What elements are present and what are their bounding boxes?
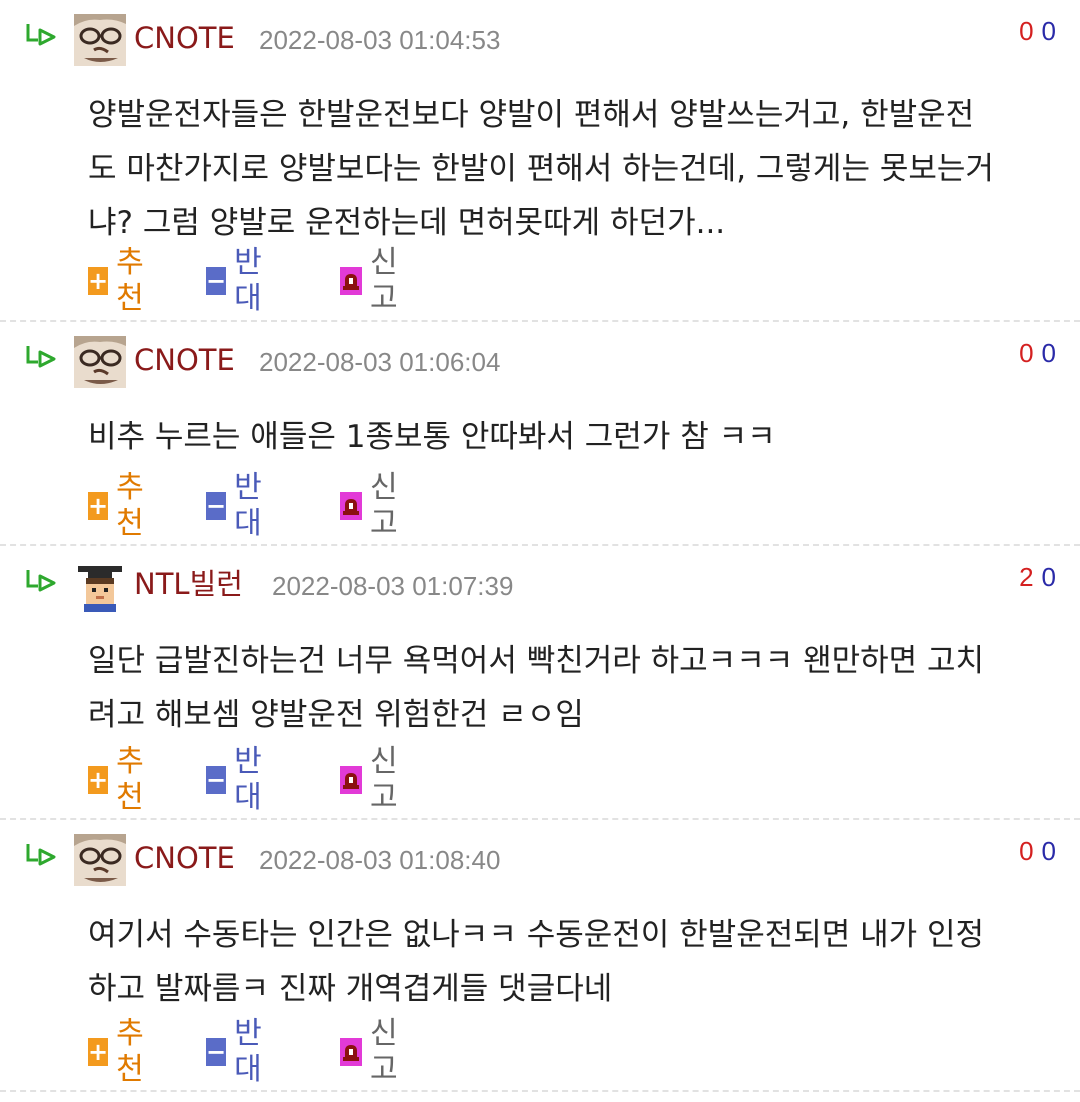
vote-counts: 00 [1019, 834, 1056, 868]
siren-icon [340, 1038, 362, 1066]
report-label: 신고 [370, 245, 398, 316]
avatar[interactable] [74, 14, 126, 66]
oppose-label: 반대 [234, 470, 262, 541]
plus-icon: + [88, 267, 109, 295]
author-name[interactable]: CNOTE [134, 342, 235, 378]
author-name[interactable]: CNOTE [134, 840, 235, 876]
oppose-button[interactable]: − 반대 [206, 470, 270, 541]
comment-line: 비추 누르는 애들은 1종보통 안따봐서 그런가 참 ㅋㅋ [88, 419, 776, 455]
vote-counts: 00 [1019, 14, 1056, 48]
report-button[interactable]: 신고 [340, 744, 404, 815]
report-label: 신고 [370, 1016, 398, 1087]
divider [0, 1090, 1080, 1092]
comment-line: 하고 발짜름ㅋ 진짜 개역겹게들 댓글다네 [88, 971, 613, 1007]
comment-body: 일단 급발진하는건 너무 욕먹어서 빡친거라 하고ㅋㅋㅋ 왠만하면 고치 려고 … [88, 634, 1054, 742]
minus-icon: − [206, 766, 227, 794]
plus-icon: + [88, 766, 109, 794]
oppose-label: 반대 [234, 245, 262, 316]
timestamp: 2022-08-03 01:08:40 [259, 845, 501, 875]
recommend-label: 추천 [116, 245, 144, 316]
upvote-count: 2 [1019, 562, 1034, 592]
report-label: 신고 [370, 744, 398, 815]
comment-body: 양발운전자들은 한발운전보다 양발이 편해서 양발쓰는거고, 한발운전 도 마찬… [88, 88, 1054, 250]
report-button[interactable]: 신고 [340, 245, 404, 316]
divider [0, 818, 1080, 820]
minus-icon: − [206, 492, 227, 520]
report-button[interactable]: 신고 [340, 470, 404, 541]
plus-icon: + [88, 492, 109, 520]
vote-counts: 00 [1019, 336, 1056, 370]
upvote-count: 0 [1019, 836, 1034, 866]
oppose-button[interactable]: − 반대 [206, 245, 270, 316]
plus-icon: + [88, 1038, 109, 1066]
comment-line: 여기서 수동타는 인간은 없나ㅋㅋ 수동운전이 한발운전되면 내가 인정 [88, 917, 985, 953]
downvote-count: 0 [1041, 16, 1056, 46]
report-label: 신고 [370, 470, 398, 541]
avatar[interactable] [74, 336, 126, 388]
timestamp: 2022-08-03 01:06:04 [259, 347, 501, 377]
reply-arrow-icon [26, 346, 56, 368]
reply-arrow-icon [26, 844, 56, 866]
comment-line: 도 마찬가지로 양발보다는 한발이 편해서 하는건데, 그렇게는 못보는거 [88, 151, 994, 187]
report-button[interactable]: 신고 [340, 1016, 404, 1087]
comment-line: 양발운전자들은 한발운전보다 양발이 편해서 양발쓰는거고, 한발운전 [88, 97, 975, 133]
comment-line: 냐? 그럼 양발로 운전하는데 면허못따게 하던가... [88, 205, 726, 241]
timestamp: 2022-08-03 01:07:39 [272, 571, 514, 601]
oppose-button[interactable]: − 반대 [206, 1016, 270, 1087]
divider [0, 320, 1080, 322]
recommend-button[interactable]: + 추천 [88, 245, 152, 316]
comment-line: 일단 급발진하는건 너무 욕먹어서 빡친거라 하고ㅋㅋㅋ 왠만하면 고치 [88, 643, 985, 679]
minus-icon: − [206, 1038, 227, 1066]
author-name[interactable]: CNOTE [134, 20, 235, 56]
reply-arrow-icon [26, 24, 56, 46]
siren-icon [340, 492, 362, 520]
divider [0, 544, 1080, 546]
author-name[interactable]: NTL빌런 [134, 566, 243, 602]
recommend-label: 추천 [116, 744, 144, 815]
oppose-button[interactable]: − 반대 [206, 744, 270, 815]
recommend-button[interactable]: + 추천 [88, 744, 152, 815]
oppose-label: 반대 [234, 1016, 262, 1087]
downvote-count: 0 [1041, 562, 1056, 592]
upvote-count: 0 [1019, 338, 1034, 368]
siren-icon [340, 766, 362, 794]
recommend-label: 추천 [116, 1016, 144, 1087]
minus-icon: − [206, 267, 227, 295]
vote-counts: 20 [1019, 560, 1056, 594]
reply-arrow-icon [26, 570, 56, 592]
comment-body: 비추 누르는 애들은 1종보통 안따봐서 그런가 참 ㅋㅋ [88, 410, 1054, 464]
recommend-label: 추천 [116, 470, 144, 541]
recommend-button[interactable]: + 추천 [88, 1016, 152, 1087]
timestamp: 2022-08-03 01:04:53 [259, 25, 501, 55]
recommend-button[interactable]: + 추천 [88, 470, 152, 541]
avatar[interactable] [74, 560, 126, 612]
downvote-count: 0 [1041, 338, 1056, 368]
downvote-count: 0 [1041, 836, 1056, 866]
upvote-count: 0 [1019, 16, 1034, 46]
comment-line: 려고 해보셈 양발운전 위험한건 ㄹㅇ임 [88, 697, 584, 733]
avatar[interactable] [74, 834, 126, 886]
oppose-label: 반대 [234, 744, 262, 815]
siren-icon [340, 267, 362, 295]
comment-body: 여기서 수동타는 인간은 없나ㅋㅋ 수동운전이 한발운전되면 내가 인정 하고 … [88, 908, 1054, 1016]
